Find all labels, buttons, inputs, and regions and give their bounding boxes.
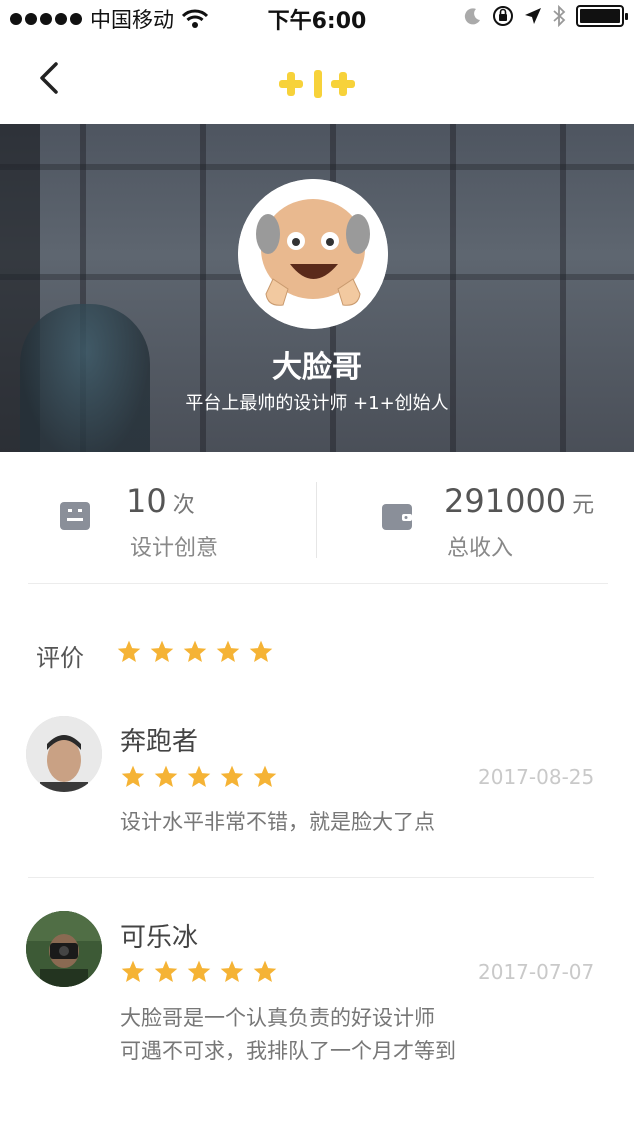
star-icon	[253, 960, 277, 982]
profile-name: 大脸哥	[272, 350, 362, 385]
stats-divider	[316, 482, 317, 558]
review-text: 大脸哥是一个认真负责的好设计师 可遇不可求，我排队了一个月才等到	[120, 1002, 456, 1068]
bluetooth-icon	[553, 5, 566, 27]
profile-header: 大脸哥 平台上最帅的设计师 +1+创始人	[0, 124, 634, 452]
star-icon	[154, 960, 178, 982]
overall-rating-stars	[116, 639, 274, 665]
design-count: 10 次	[126, 482, 195, 520]
review-rating-stars	[120, 959, 278, 985]
star-icon	[187, 765, 211, 787]
star-icon	[117, 640, 141, 662]
location-arrow-icon	[525, 8, 541, 24]
star-icon	[187, 960, 211, 982]
rating-label: 评价	[36, 644, 84, 672]
app-logo	[279, 70, 355, 98]
star-icon	[150, 640, 174, 662]
back-arrow-icon[interactable]	[30, 58, 70, 98]
wallet-icon	[382, 504, 412, 530]
moon-icon	[464, 8, 480, 25]
old-man-emoji-icon	[238, 179, 388, 329]
star-icon	[220, 960, 244, 982]
income-value: 291000	[444, 482, 567, 520]
review-text-line: 可遇不可求，我排队了一个月才等到	[120, 1039, 456, 1063]
reviewer-photo	[26, 716, 102, 792]
nav-bar	[0, 36, 634, 124]
design-count-label: 设计创意	[130, 536, 219, 561]
rotation-lock-icon	[493, 6, 513, 26]
reviewer-avatar[interactable]	[26, 911, 102, 987]
background-window-beam	[0, 164, 634, 170]
reviewer-name: 奔跑者	[120, 727, 199, 757]
profile-tagline: 平台上最帅的设计师 +1+创始人	[185, 393, 449, 414]
status-bar: 中国移动 下午6:00	[0, 0, 634, 36]
income-label: 总收入	[447, 536, 514, 561]
reviewer-name: 可乐冰	[120, 923, 199, 953]
review-text: 设计水平非常不错，就是脸大了点	[120, 810, 435, 834]
battery-icon	[576, 5, 628, 27]
star-icon	[249, 640, 273, 662]
star-icon	[183, 640, 207, 662]
star-icon	[216, 640, 240, 662]
review-date: 2017-08-25	[478, 765, 595, 789]
reviewer-photo	[26, 911, 102, 987]
income-unit: 元	[572, 493, 595, 518]
profile-avatar[interactable]	[238, 179, 388, 329]
review-text-line: 大脸哥是一个认真负责的好设计师	[120, 1006, 435, 1030]
design-count-value: 10	[126, 482, 167, 520]
star-icon	[253, 765, 277, 787]
list-icon	[60, 502, 90, 530]
stats-section: 10 次 设计创意 291000 元 总收入	[0, 452, 634, 584]
reviewer-avatar[interactable]	[26, 716, 102, 792]
star-icon	[121, 765, 145, 787]
review-divider	[28, 877, 594, 878]
review-date: 2017-07-07	[478, 960, 595, 984]
star-icon	[154, 765, 178, 787]
review-rating-stars	[120, 764, 278, 790]
section-divider	[28, 583, 608, 584]
star-icon	[220, 765, 244, 787]
status-right	[464, 5, 628, 27]
design-count-unit: 次	[172, 493, 195, 518]
star-icon	[121, 960, 145, 982]
income-total: 291000 元	[444, 482, 594, 520]
